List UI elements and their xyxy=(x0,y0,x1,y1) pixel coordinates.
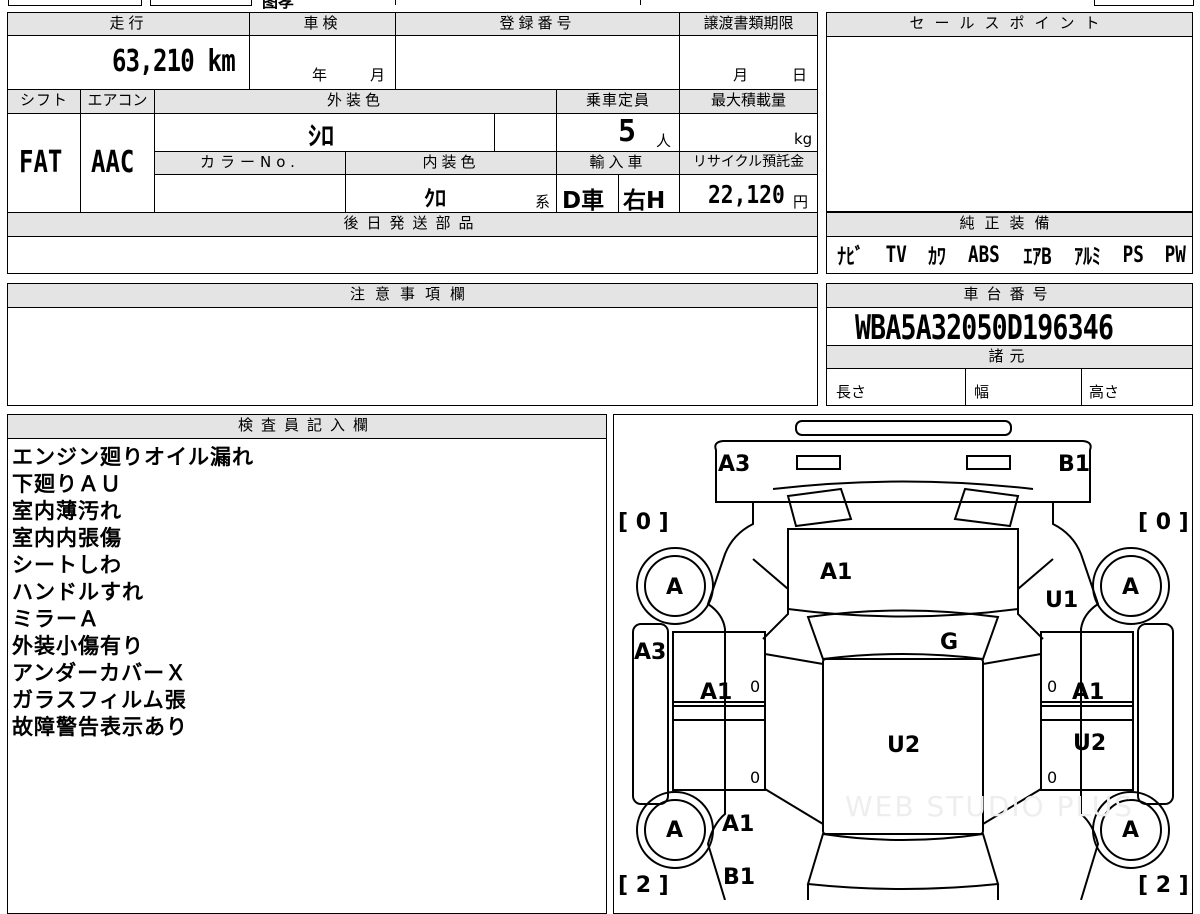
shaken-month-unit: 月 xyxy=(370,66,386,84)
inspector-note: 下廻りＡＵ xyxy=(12,472,122,496)
width-label: 幅 xyxy=(974,383,990,401)
import-type-value: D車 xyxy=(562,188,605,214)
bracket-top-left: [ 0 ] xyxy=(618,510,669,535)
caution-header: 注意事項欄 xyxy=(7,283,818,308)
mark-right-fender: U1 xyxy=(1045,588,1079,613)
shift-value: FAT xyxy=(19,145,63,180)
equipment-item: ｴｱB xyxy=(1023,245,1052,270)
chassis-number: WBA5A32050D196346 xyxy=(855,308,1114,348)
mark-roof: G xyxy=(940,630,959,655)
int-color-value: ｸﾛ xyxy=(424,187,447,212)
equipment-list: ﾅﾋﾞ TV ｶﾜ ABS ｴｱB ｱﾙﾐ PS PW xyxy=(834,238,1189,272)
tire-mark-fr: A xyxy=(1122,575,1140,600)
bracket-top-right: [ 0 ] xyxy=(1138,510,1189,535)
mark-right-front-door: A1 xyxy=(1072,680,1105,705)
capacity-value: 5 xyxy=(618,114,637,149)
capacity-header: 乗車定員 xyxy=(556,89,680,114)
watermark: WEB STUDIO PLUS xyxy=(845,790,1134,823)
zero-mark: 0 xyxy=(1047,677,1058,696)
inspector-note: シートしわ xyxy=(12,553,122,577)
bracket-bottom-right: [ 2 ] xyxy=(1138,873,1189,898)
bracket-bottom-left: [ 2 ] xyxy=(618,873,669,898)
mark-left-side: A3 xyxy=(634,640,667,665)
shaken-year-unit: 年 xyxy=(312,66,328,84)
inspector-note: 室内内張傷 xyxy=(12,526,122,550)
sales-point-box xyxy=(826,12,1193,212)
inspector-note: ガラスフィルム張 xyxy=(12,688,187,712)
mileage-header: 走行 xyxy=(7,12,250,36)
chassis-header: 車台番号 xyxy=(826,283,1193,308)
ac-value: AAC xyxy=(91,145,135,180)
mark-windshield: A1 xyxy=(820,560,853,585)
shift-header: シフト xyxy=(7,89,81,114)
ext-color-value: ｼﾛ xyxy=(308,122,335,152)
zero-mark: 0 xyxy=(750,677,761,696)
inspector-note: ハンドルすれ xyxy=(12,580,144,604)
ac-header: エアコン xyxy=(80,89,155,114)
mark-rear-left: B1 xyxy=(723,865,756,890)
tire-mark-rl: A xyxy=(666,818,684,843)
equipment-item: ﾅﾋﾞ xyxy=(837,245,864,270)
top-strip: 图孝 ﾟ xyxy=(0,0,1200,11)
mark-floor: U2 xyxy=(887,733,921,758)
equipment-item: PW xyxy=(1165,242,1187,268)
inspector-note: ミラーＡ xyxy=(12,607,100,631)
sales-point-header: セールスポイント xyxy=(826,12,1193,37)
equipment-header: 純正装備 xyxy=(826,212,1193,237)
inspector-note: 故障警告表示あり xyxy=(12,715,188,739)
int-color-header: 内装色 xyxy=(345,151,557,175)
inspector-note: 外装小傷有り xyxy=(12,634,144,658)
transfer-month-unit: 月 xyxy=(733,66,749,84)
reg-number-header: 登録番号 xyxy=(395,12,680,36)
mark-front-right-bumper: B1 xyxy=(1058,452,1091,477)
inspector-header: 検査員記入欄 xyxy=(7,414,607,439)
spec-header: 諸元 xyxy=(826,345,1193,369)
height-label: 高さ xyxy=(1089,383,1120,401)
equipment-item: ｱﾙﾐ xyxy=(1074,245,1101,270)
recycle-amount: 22,120 xyxy=(708,180,785,209)
handle-value: 右H xyxy=(623,188,666,214)
top-fragment-b: ﾟ xyxy=(512,0,519,9)
car-diagram xyxy=(632,420,1174,900)
ext-color-header: 外装色 xyxy=(154,89,557,114)
mileage-value: 63,210 km xyxy=(112,44,236,79)
mark-right-rear-door: U2 xyxy=(1073,731,1107,756)
equipment-item: ABS xyxy=(967,242,1000,268)
import-header: 輸入車 xyxy=(556,151,680,175)
mark-front-left-bumper: A3 xyxy=(718,452,751,477)
int-color-suffix: 系 xyxy=(535,193,551,211)
zero-mark: 0 xyxy=(1047,768,1058,787)
recycle-unit: 円 xyxy=(793,193,809,211)
top-fragment-a: 图孝 xyxy=(262,0,295,11)
tire-mark-fl: A xyxy=(666,575,684,600)
equipment-item: ｶﾜ xyxy=(927,245,946,270)
zero-mark: 0 xyxy=(750,768,761,787)
color-no-header: カラーNo. xyxy=(154,151,346,175)
inspector-note: エンジン廻りオイル漏れ xyxy=(12,445,254,469)
transfer-deadline-header: 譲渡書類期限 xyxy=(679,12,818,36)
max-load-unit: kg xyxy=(794,130,813,148)
inspector-note: 室内薄汚れ xyxy=(12,499,122,523)
recycle-header: リサイクル預託金 xyxy=(679,151,818,175)
equipment-item: TV xyxy=(885,242,907,268)
equipment-item: PS xyxy=(1122,242,1144,268)
mark-left-front-door: A1 xyxy=(700,680,733,705)
transfer-day-unit: 日 xyxy=(792,66,808,84)
length-label: 長さ xyxy=(836,383,867,401)
max-load-header: 最大積載量 xyxy=(679,89,818,114)
inspector-note: アンダーカバーＸ xyxy=(12,661,188,685)
capacity-unit: 人 xyxy=(656,132,672,150)
mark-left-rear-quarter: A1 xyxy=(722,812,755,837)
shaken-header: 車検 xyxy=(249,12,396,36)
later-parts-header: 後日発送部品 xyxy=(7,212,818,237)
